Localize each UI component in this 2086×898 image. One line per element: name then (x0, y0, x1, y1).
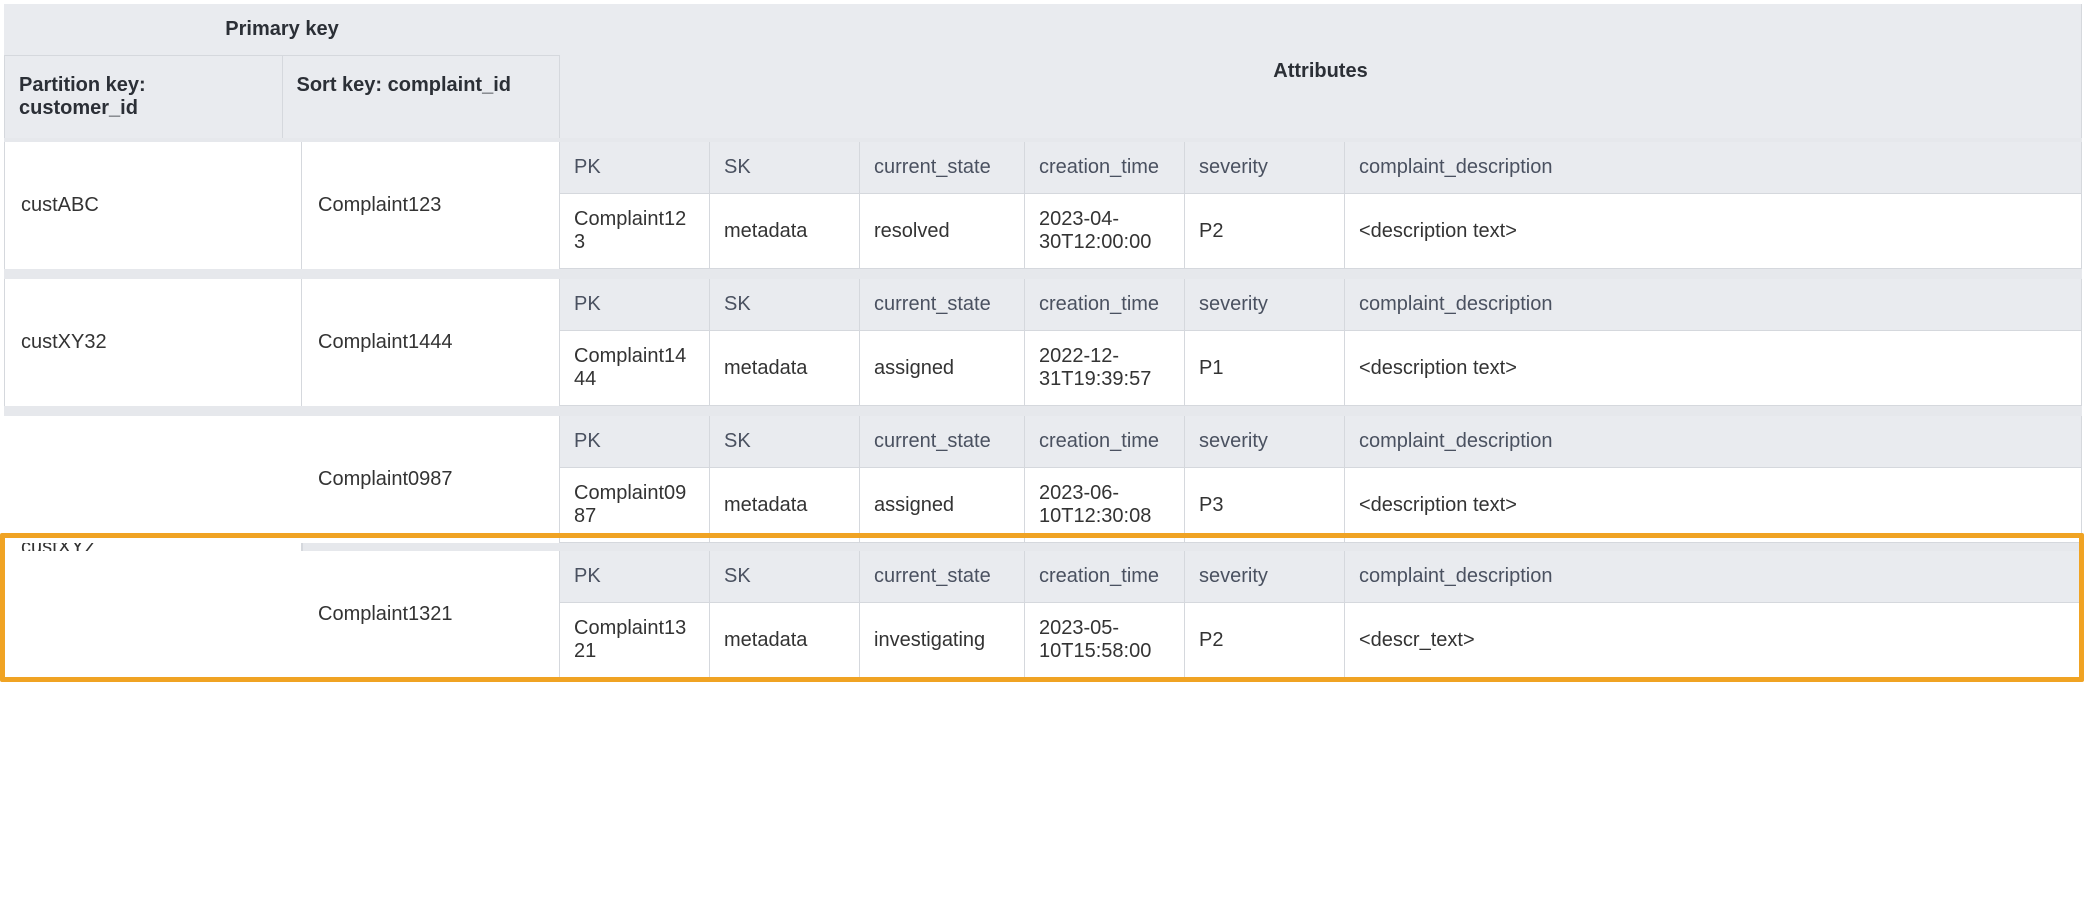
col-header-state: current_state (860, 416, 1025, 468)
cell-time: 2022-12-31T19:39:57 (1025, 331, 1185, 406)
partition-key-cell: custABC (4, 142, 302, 269)
cell-pk: Complaint1321 (560, 603, 710, 678)
primary-key-header-block: Primary key Partition key: customer_id S… (4, 4, 560, 138)
col-header-sk: SK (710, 279, 860, 331)
sort-key-cell: Complaint0987 (302, 416, 560, 543)
attr-header-row: PK SK current_state creation_time severi… (560, 279, 2082, 331)
cell-time: 2023-06-10T12:30:08 (1025, 468, 1185, 543)
cell-severity: P2 (1185, 603, 1345, 678)
sort-key-cell: Complaint1444 (302, 279, 560, 406)
col-header-time: creation_time (1025, 551, 1185, 603)
attr-header-row: PK SK current_state creation_time severi… (560, 142, 2082, 194)
col-header-time: creation_time (1025, 279, 1185, 331)
col-header-sk: SK (710, 416, 860, 468)
primary-key-title: Primary key (4, 4, 560, 56)
table-row: custABC Complaint123 PK SK current_state… (4, 142, 2082, 269)
sort-key-header: Sort key: complaint_id (283, 56, 561, 138)
col-header-description: complaint_description (1345, 142, 2082, 194)
cell-description: <descr_text> (1345, 603, 2082, 678)
col-header-description: complaint_description (1345, 416, 2082, 468)
attr-header-row: PK SK current_state creation_time severi… (560, 416, 2082, 468)
attr-data-row: Complaint1321 metadata investigating 202… (560, 603, 2082, 678)
cell-severity: P2 (1185, 194, 1345, 269)
col-header-pk: PK (560, 142, 710, 194)
col-header-state: current_state (860, 551, 1025, 603)
col-header-pk: PK (560, 279, 710, 331)
cell-description: <description text> (1345, 331, 2082, 406)
col-header-description: complaint_description (1345, 279, 2082, 331)
col-header-sk: SK (710, 142, 860, 194)
cell-severity: P3 (1185, 468, 1345, 543)
cell-sk: metadata (710, 468, 860, 543)
col-header-pk: PK (560, 416, 710, 468)
col-header-pk: PK (560, 551, 710, 603)
col-header-description: complaint_description (1345, 551, 2082, 603)
col-header-time: creation_time (1025, 142, 1185, 194)
table-row: custXY32 Complaint1444 PK SK current_sta… (4, 279, 2082, 406)
col-header-severity: severity (1185, 142, 1345, 194)
cell-state: investigating (860, 603, 1025, 678)
partition-key-header: Partition key: customer_id (4, 56, 283, 138)
col-header-severity: severity (1185, 279, 1345, 331)
attr-header-row: PK SK current_state creation_time severi… (560, 551, 2082, 603)
cell-state: assigned (860, 331, 1025, 406)
col-header-state: current_state (860, 279, 1025, 331)
col-header-time: creation_time (1025, 416, 1185, 468)
dynamodb-table: Primary key Partition key: customer_id S… (4, 4, 2082, 678)
attr-data-row: Complaint1444 metadata assigned 2022-12-… (560, 331, 2082, 406)
cell-description: <description text> (1345, 194, 2082, 269)
attributes-header: Attributes (560, 4, 2082, 138)
attr-data-row: Complaint123 metadata resolved 2023-04-3… (560, 194, 2082, 269)
partition-key-cell: custXY32 (4, 279, 302, 406)
col-header-severity: severity (1185, 416, 1345, 468)
attr-data-row: Complaint0987 metadata assigned 2023-06-… (560, 468, 2082, 543)
sort-key-cell: Complaint1321 (302, 551, 560, 678)
cell-sk: metadata (710, 331, 860, 406)
cell-description: <description text> (1345, 468, 2082, 543)
col-header-state: current_state (860, 142, 1025, 194)
table-row: Complaint1321 PK SK current_state creati… (4, 551, 2082, 678)
col-header-severity: severity (1185, 551, 1345, 603)
table-header-row: Primary key Partition key: customer_id S… (4, 4, 2082, 138)
col-header-sk: SK (710, 551, 860, 603)
cell-pk: Complaint123 (560, 194, 710, 269)
cell-severity: P1 (1185, 331, 1345, 406)
cell-state: resolved (860, 194, 1025, 269)
cell-state: assigned (860, 468, 1025, 543)
cell-pk: Complaint0987 (560, 468, 710, 543)
cell-time: 2023-04-30T12:00:00 (1025, 194, 1185, 269)
merged-partition-group: custXYZ Complaint0987 PK SK current_stat… (4, 416, 2082, 678)
cell-time: 2023-05-10T15:58:00 (1025, 603, 1185, 678)
table-row: Complaint0987 PK SK current_state creati… (4, 416, 2082, 543)
cell-sk: metadata (710, 194, 860, 269)
cell-pk: Complaint1444 (560, 331, 710, 406)
sort-key-cell: Complaint123 (302, 142, 560, 269)
cell-sk: metadata (710, 603, 860, 678)
